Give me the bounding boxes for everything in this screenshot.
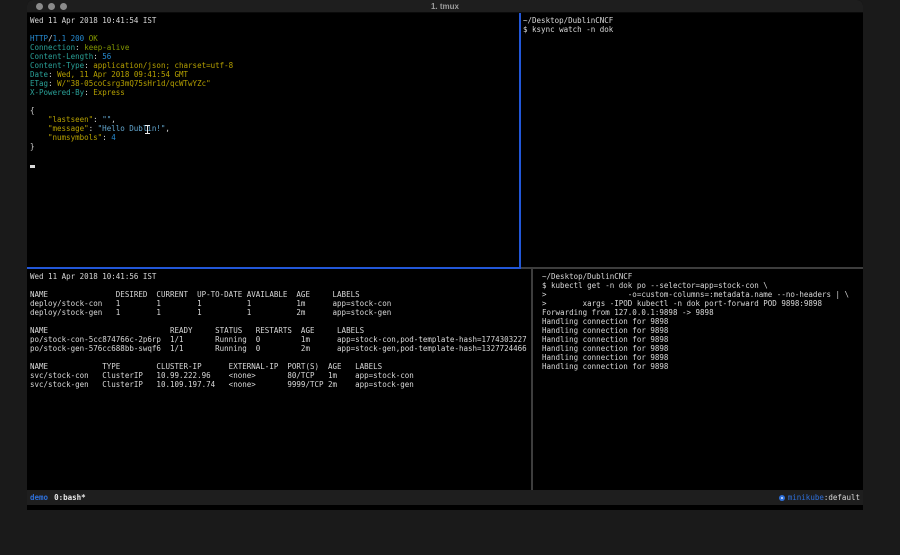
- command-line: $ ksync watch -n dok: [523, 25, 863, 34]
- http-header-line: Date: Wed, 11 Apr 2018 09:41:54 GMT: [30, 70, 519, 79]
- json-entry: "numsymbols": 4: [30, 133, 519, 142]
- cursor-line: [30, 160, 519, 169]
- session-name: demo: [30, 493, 48, 502]
- window-title: 1. tmux: [27, 2, 863, 11]
- pane-divider-vertical-active[interactable]: [519, 13, 521, 267]
- http-header-line: Connection: keep-alive: [30, 43, 519, 52]
- http-header-line: Content-Type: application/json; charset=…: [30, 61, 519, 70]
- status-right: minikube :default: [779, 493, 860, 502]
- kube-context: minikube: [788, 493, 824, 502]
- tmux-status-bar: demo 0:bash* minikube :default: [27, 490, 863, 505]
- pane-ksync-watch[interactable]: ~/Desktop/DublinCNCF $ ksync watch -n do…: [521, 13, 863, 267]
- window-titlebar[interactable]: 1. tmux: [27, 0, 863, 13]
- json-close-brace: }: [30, 142, 519, 151]
- window-tab[interactable]: 0:bash*: [54, 493, 86, 502]
- terminal-cursor: [30, 165, 35, 168]
- kubectl-resources-output: Wed 11 Apr 2018 10:41:56 IST NAME DESIRE…: [30, 272, 531, 389]
- pane-http-response[interactable]: Wed 11 Apr 2018 10:41:54 IST HTTP/1.1 20…: [27, 13, 519, 267]
- pane-port-forward[interactable]: ~/Desktop/DublinCNCF $ kubectl get -n do…: [533, 269, 863, 490]
- http-header-line: ETag: W/"38-05coCsrg3mQ75sHr1d/qcWTwYZc": [30, 79, 519, 88]
- http-header-line: X-Powered-By: Express: [30, 88, 519, 97]
- pane-kubectl-resources[interactable]: Wed 11 Apr 2018 10:41:56 IST NAME DESIRE…: [27, 269, 531, 490]
- json-entry: "lastseen": "",: [30, 115, 519, 124]
- json-open-brace: {: [30, 106, 519, 115]
- terminal-window: 1. tmux Wed 11 Apr 2018 10:41:54 IST HTT…: [27, 0, 863, 510]
- http-header-line: Content-Length: 56: [30, 52, 519, 61]
- pane-divider-vertical-bottom[interactable]: [531, 269, 533, 490]
- http-status-line: HTTP/1.1 200 OK: [30, 34, 519, 43]
- cwd-line: ~/Desktop/DublinCNCF: [523, 16, 863, 25]
- tmux-terminal: Wed 11 Apr 2018 10:41:54 IST HTTP/1.1 20…: [27, 13, 863, 490]
- timestamp-line: Wed 11 Apr 2018 10:41:54 IST: [30, 16, 519, 25]
- json-entry: "message": "Hello Dublin!",: [30, 124, 519, 133]
- kube-namespace: :default: [824, 493, 860, 502]
- pane-divider-horizontal-active[interactable]: [27, 267, 521, 269]
- pane-divider-horizontal[interactable]: [521, 267, 863, 269]
- port-forward-output: ~/Desktop/DublinCNCF $ kubectl get -n do…: [542, 272, 863, 371]
- kubernetes-icon: [779, 495, 785, 501]
- text-cursor: [145, 125, 150, 134]
